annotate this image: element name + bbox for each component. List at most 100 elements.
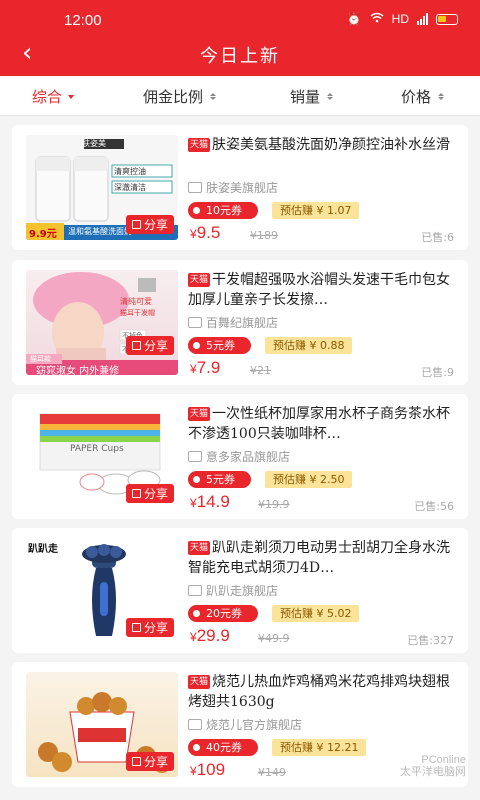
product-card[interactable]: 清纯可爱 猫耳干发帽 不掉色 不掉毛 猫耳款 窈窕淑女 内外兼修 分享 天猫干发… [12,260,468,385]
tags-row: 20元券 预估赚 ¥ 5.02 [188,605,458,622]
image-text: PAPER Cups [70,444,124,454]
price-value: 109 [196,760,226,779]
filter-comprehensive[interactable]: 综合 [32,86,75,107]
tmall-badge: 天猫 [188,541,211,555]
share-label: 分享 [143,755,168,769]
watermark: PConline 太平洋电脑网 [400,754,466,778]
original-price: ¥189 [250,229,278,242]
shop-name: 百舞纪旗舰店 [206,316,279,330]
shop-info[interactable]: 肤姿美旗舰店 [188,179,458,196]
app-header: 12:00 ⏰ HD ‹ 今日上新 [0,0,480,76]
wifi-icon [370,12,384,26]
share-icon [131,341,141,350]
share-button[interactable]: 分享 [125,618,174,637]
product-info: 天猫 干发帽超强吸水浴帽头发速干毛巾包女加厚儿童亲子长发擦… 百舞纪旗舰店 5元券… [188,270,458,382]
sold-count: 已售:56 [414,500,454,513]
product-title[interactable]: 天猫 干发帽超强吸水浴帽头发速干毛巾包女加厚儿童亲子长发擦… [188,270,458,310]
image-text: 温和氨基酸洗面奶 [68,227,132,236]
share-label: 分享 [143,487,168,501]
filter-price[interactable]: 价格 [401,86,445,107]
tags-row: 5元券 预估赚 ¥ 2.50 [188,471,458,488]
status-time: 12:00 [64,12,102,29]
coupon-badge[interactable]: 20元券 [188,605,258,622]
image-badge: 9.9元 [29,229,57,240]
price: ¥9.5 [190,223,220,243]
title-text: 肤姿美氨基酸洗面奶净颜控油补水丝滑 [212,137,451,153]
currency: ¥ [190,227,197,241]
price-value: 7.9 [196,358,221,377]
product-info: 天猫 一次性纸杯加厚家用水杯子商务茶水杯不渗透100只装咖啡杯… 意多家品旗舰店 … [188,404,458,516]
title-text: 干发帽超强吸水浴帽头发速干毛巾包女加厚儿童亲子长发擦… [188,272,451,308]
product-info: 天猫 肤姿美氨基酸洗面奶净颜控油补水丝滑 肤姿美旗舰店 10元券 预估赚 ¥ 1.… [188,135,458,247]
share-button[interactable]: 分享 [125,752,174,771]
tmall-badge: 天猫 [188,407,211,421]
currency: ¥ [190,496,197,510]
share-icon [131,757,141,766]
tmall-badge: 天猫 [188,138,211,152]
share-button[interactable]: 分享 [125,484,174,503]
image-text: 清纯可爱 [120,297,152,306]
title-text: 一次性纸杯加厚家用水杯子商务茶水杯不渗透100只装咖啡杯… [188,406,451,442]
status-bar: 12:00 ⏰ HD [0,0,480,40]
filter-commission-rate[interactable]: 佣金比例 [143,86,217,107]
filter-label: 综合 [32,88,63,106]
price: ¥29.9 [190,626,230,646]
nav-bar: ‹ 今日上新 [0,36,480,76]
price-row: ¥14.9 ¥19.9 已售:56 [188,492,458,516]
shop-name: 趴趴走旗舰店 [206,584,279,598]
coupon-badge[interactable]: 10元券 [188,202,258,219]
title-text: 趴趴走剃须刀电动男士刮胡刀全身水洗智能充电式胡须刀4D… [188,540,451,576]
product-title[interactable]: 天猫 趴趴走剃须刀电动男士刮胡刀全身水洗智能充电式胡须刀4D… [188,538,458,578]
tmall-badge: 天猫 [188,675,211,689]
product-info: 天猫 趴趴走剃须刀电动男士刮胡刀全身水洗智能充电式胡须刀4D… 趴趴走旗舰店 20… [188,538,458,650]
image-text: 窈窕淑女 内外兼修 [36,366,120,375]
shop-name: 意多家品旗舰店 [206,450,291,464]
original-price: ¥49.9 [258,632,290,645]
filter-sales[interactable]: 销量 [290,86,334,107]
earn-badge: 预估赚 ¥ 0.88 [265,337,353,354]
currency: ¥ [190,630,197,644]
tags-row: 5元券 预估赚 ¥ 0.88 [188,337,458,354]
brand-label: 肤姿美 [82,139,106,148]
alarm-icon: ⏰ [346,12,362,26]
shop-info[interactable]: 趴趴走旗舰店 [188,582,458,599]
coupon-badge[interactable]: 5元券 [188,337,251,354]
network-type: HD [391,12,409,26]
price: ¥14.9 [190,492,230,512]
earn-badge: 预估赚 ¥ 12.21 [272,739,367,756]
product-title[interactable]: 天猫 一次性纸杯加厚家用水杯子商务茶水杯不渗透100只装咖啡杯… [188,404,458,444]
shop-icon [188,585,202,596]
shop-info[interactable]: 意多家品旗舰店 [188,448,458,465]
product-card[interactable]: 肤姿美 清爽控油 深澈清洁 9.9元 温和氨基酸洗面奶 分享 天猫 肤姿美氨基酸洗… [12,125,468,250]
price: ¥109 [190,760,225,780]
earn-badge: 预估赚 ¥ 5.02 [272,605,360,622]
price-row: ¥29.9 ¥49.9 已售:327 [188,626,458,650]
earn-badge: 预估赚 ¥ 1.07 [272,202,360,219]
title-text: 烧范儿热血炸鸡桶鸡米花鸡排鸡块翅根烤翅共1630g [188,674,451,710]
share-button[interactable]: 分享 [125,215,174,234]
battery-icon [436,13,458,25]
share-button[interactable]: 分享 [125,336,174,355]
original-price: ¥149 [258,766,286,779]
price-value: 29.9 [196,626,230,645]
shop-info[interactable]: 百舞纪旗舰店 [188,314,458,331]
share-icon [131,489,141,498]
currency: ¥ [190,362,197,376]
coupon-badge[interactable]: 5元券 [188,471,251,488]
shop-name: 烧范儿官方旗舰店 [206,718,303,732]
image-text: 深澈清洁 [114,183,146,192]
image-text: 清爽控油 [114,167,146,176]
brand-label: 趴趴走 [28,544,58,555]
coupon-badge[interactable]: 40元券 [188,739,258,756]
sort-icon [210,93,217,100]
product-card[interactable]: PAPER Cups 分享 天猫 一次性纸杯加厚家用水杯子商务茶水杯不渗透100只… [12,394,468,519]
product-title[interactable]: 天猫 烧范儿热血炸鸡桶鸡米花鸡排鸡块翅根烤翅共1630g [188,672,458,712]
shop-info[interactable]: 烧范儿官方旗舰店 [188,716,458,733]
share-label: 分享 [143,621,168,635]
price-value: 14.9 [196,492,230,511]
filter-label: 销量 [290,88,321,106]
product-title[interactable]: 天猫 肤姿美氨基酸洗面奶净颜控油补水丝滑 [188,135,458,175]
share-icon [131,220,141,229]
product-card[interactable]: 趴趴走 分享 天猫 趴趴走剃须刀电动男士刮胡刀全身水洗智能充电式胡须刀4D… 趴趴… [12,528,468,653]
shop-icon [188,719,202,730]
